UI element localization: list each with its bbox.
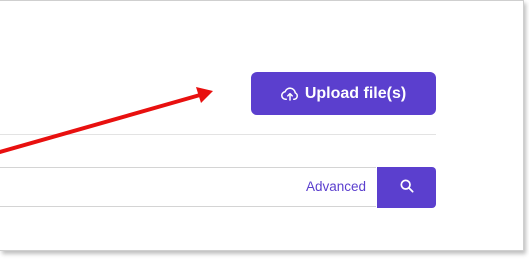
search-button[interactable] (377, 167, 436, 208)
cloud-upload-icon (280, 86, 299, 102)
upload-files-button[interactable]: Upload file(s) (251, 72, 436, 115)
upload-files-label: Upload file(s) (304, 84, 407, 102)
search-bar: Advanced (0, 167, 436, 209)
content-panel: Upload file(s) Advanced (0, 0, 524, 251)
search-icon (399, 178, 415, 197)
advanced-search-link[interactable]: Advanced (306, 179, 366, 194)
section-divider (0, 134, 436, 135)
screenshot-stage: Upload file(s) Advanced (0, 0, 529, 259)
